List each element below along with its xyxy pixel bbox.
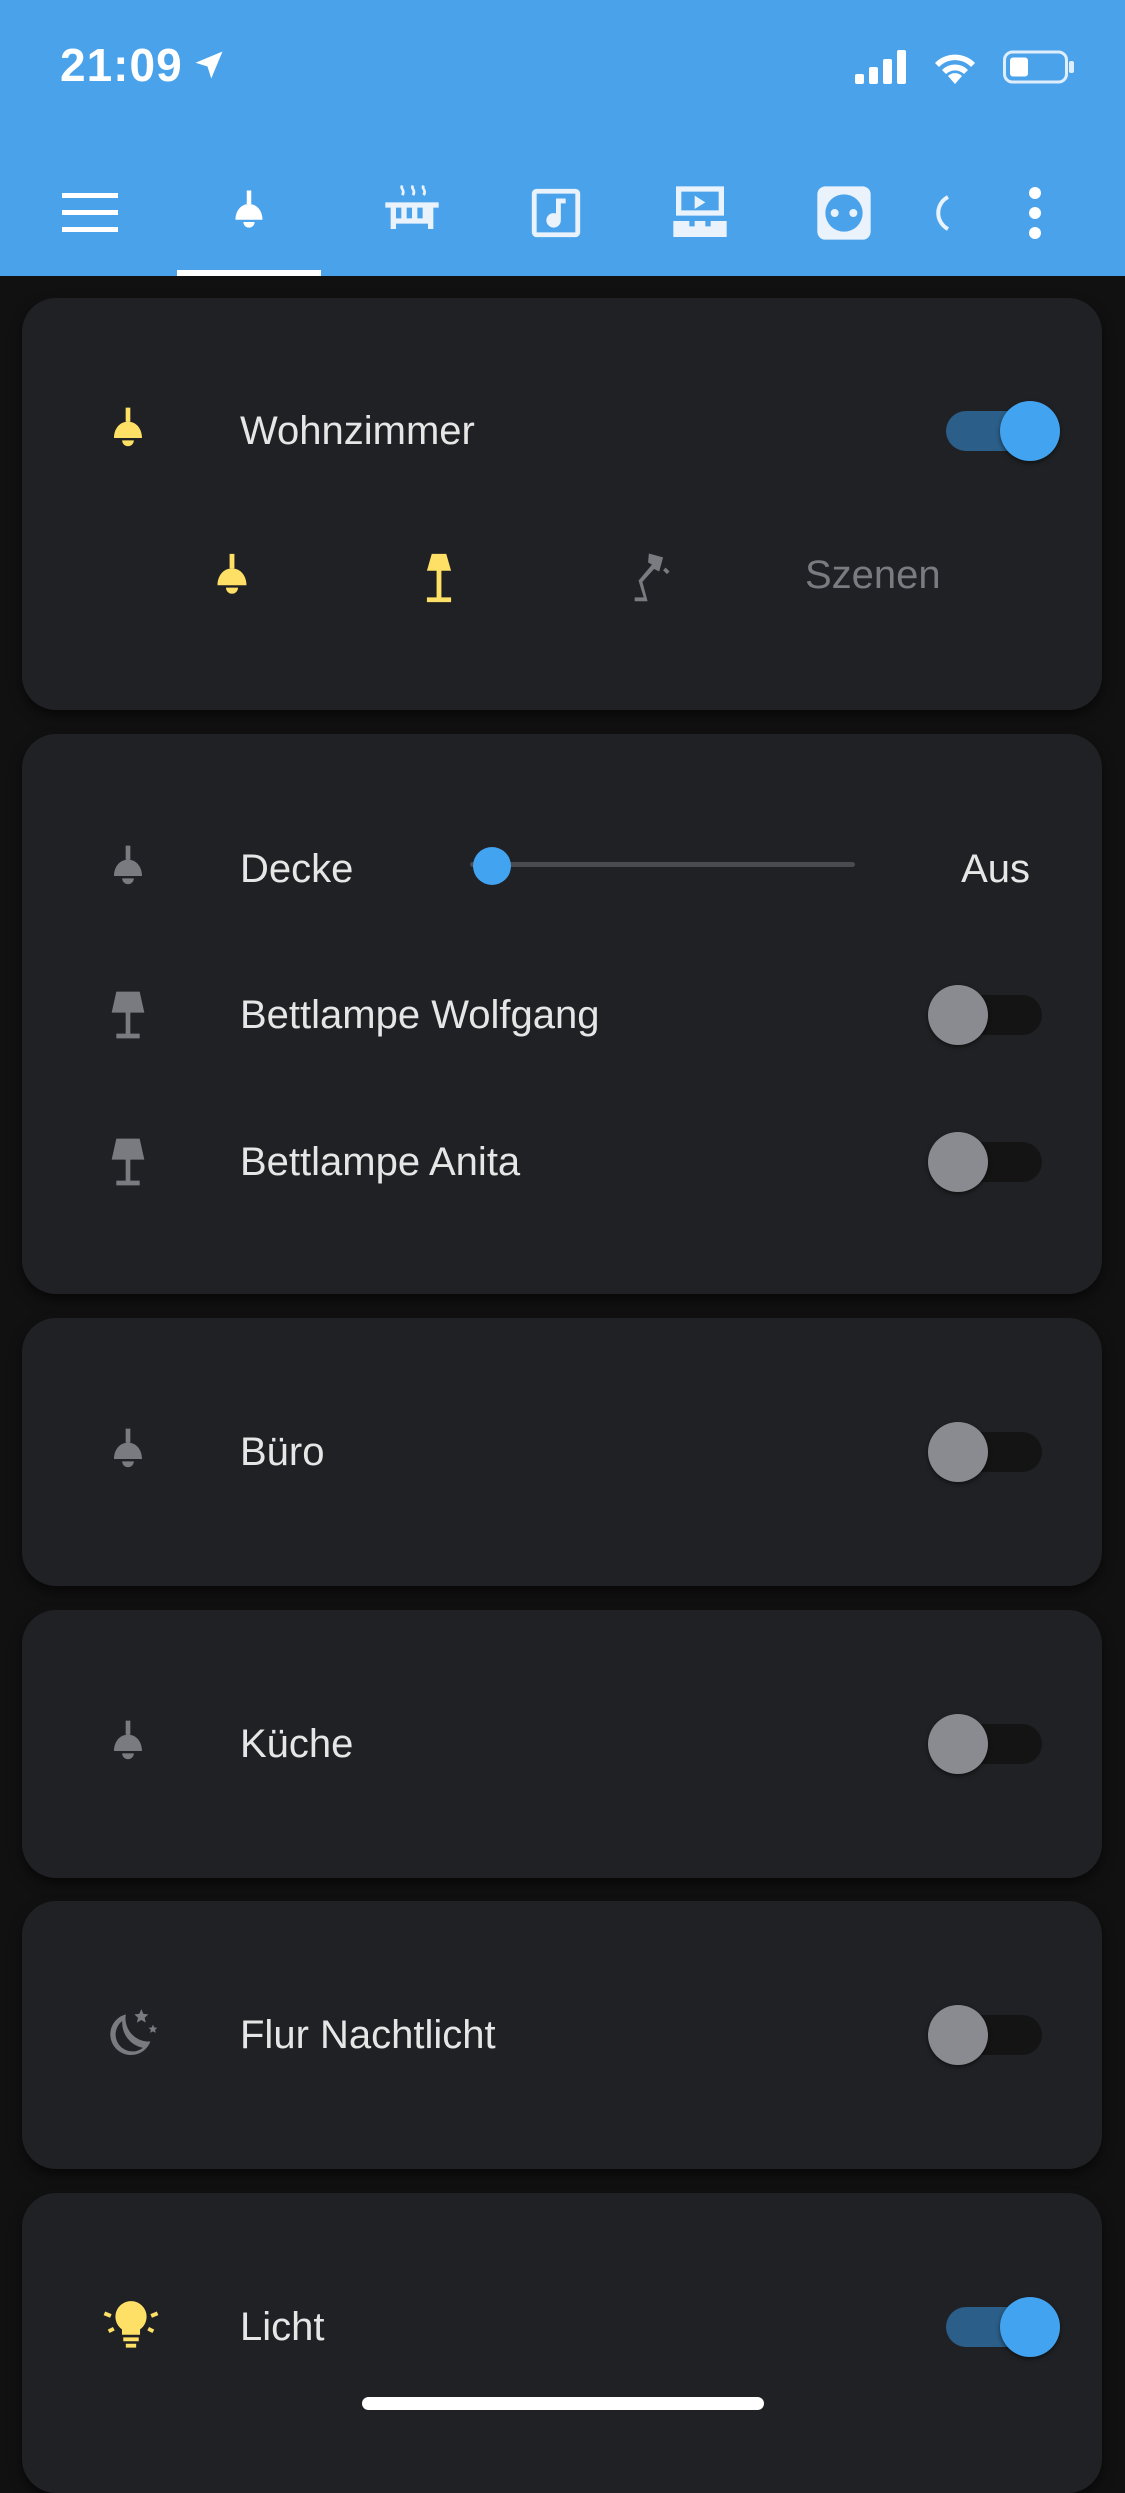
hamburger-menu-icon xyxy=(62,193,118,232)
flur-toggle[interactable] xyxy=(928,2005,1048,2065)
wohnzimmer-toggle[interactable] xyxy=(938,401,1060,461)
toggle-knob xyxy=(928,1132,988,1192)
buero-toggle[interactable] xyxy=(928,1422,1048,1482)
buero-label: Büro xyxy=(240,1430,325,1474)
bettlampe-wolfgang-toggle[interactable] xyxy=(928,985,1048,1045)
wohnzimmer-row[interactable]: Wohnzimmer xyxy=(22,376,1102,486)
ceiling-light-icon xyxy=(114,407,142,447)
bettlampe-anita-row[interactable]: Bettlampe Anita xyxy=(22,1107,1102,1217)
licht-row[interactable]: Licht xyxy=(22,2272,1102,2382)
power-socket-icon xyxy=(817,186,871,240)
tab-music[interactable] xyxy=(484,150,628,276)
decke-brightness-slider[interactable] xyxy=(470,862,855,867)
ceiling-light-icon xyxy=(114,845,142,885)
bettlampe-anita-label: Bettlampe Anita xyxy=(240,1140,521,1184)
decke-label: Decke xyxy=(240,847,354,891)
wohnzimmer-card: Wohnzimmer Szenen xyxy=(22,298,1102,710)
floor-lamp-icon xyxy=(111,1138,145,1186)
lightbulb-group-icon xyxy=(103,2301,159,2348)
tab-media[interactable] xyxy=(628,150,772,276)
bettlampe-wolfgang-label: Bettlampe Wolfgang xyxy=(240,993,600,1037)
toggle-knob xyxy=(1000,2297,1060,2357)
bettlampe-anita-toggle[interactable] xyxy=(928,1132,1048,1192)
kueche-row[interactable]: Küche xyxy=(22,1689,1102,1799)
ceiling-light-icon xyxy=(217,553,247,594)
kueche-card: Küche xyxy=(22,1610,1102,1878)
buero-row[interactable]: Büro xyxy=(22,1397,1102,1507)
tab-partial[interactable] xyxy=(916,150,972,276)
flur-card: Flur Nachtlicht xyxy=(22,1901,1102,2169)
battery-icon xyxy=(1003,50,1074,84)
radiator-icon xyxy=(385,185,439,229)
licht-toggle[interactable] xyxy=(938,2297,1060,2357)
partial-tab-icon xyxy=(936,195,950,231)
location-arrow-icon xyxy=(195,51,223,79)
flur-label: Flur Nachtlicht xyxy=(240,2013,496,2057)
ceiling-light-icon xyxy=(114,1720,142,1760)
schlafzimmer-card: Decke Aus Bettlampe Wolfgang Bettlampe A… xyxy=(22,734,1102,1294)
status-icons xyxy=(855,50,1075,84)
toggle-knob xyxy=(928,1714,988,1774)
scenes-link[interactable]: Szenen xyxy=(805,553,941,598)
toggle-knob xyxy=(928,1422,988,1482)
kueche-toggle[interactable] xyxy=(928,1714,1048,1774)
decke-slider-thumb[interactable] xyxy=(473,847,511,885)
cellular-signal-icon xyxy=(855,50,906,84)
overflow-menu-button[interactable] xyxy=(1000,150,1070,276)
ceiling-light-icon xyxy=(235,190,263,228)
ceiling-light-icon xyxy=(114,1428,142,1468)
scene-floor-lamp-button[interactable] xyxy=(399,538,479,618)
more-vert-icon xyxy=(1029,187,1041,239)
buero-card: Büro xyxy=(22,1318,1102,1586)
scene-desk-lamp-button[interactable] xyxy=(605,538,685,618)
home-indicator[interactable] xyxy=(362,2397,764,2410)
tab-bar xyxy=(0,150,1125,276)
licht-card: Licht xyxy=(22,2193,1102,2493)
wohnzimmer-label: Wohnzimmer xyxy=(240,409,475,453)
toggle-knob xyxy=(928,985,988,1045)
app-bar: 21:09 xyxy=(0,0,1125,276)
tab-heating[interactable] xyxy=(340,150,484,276)
bettlampe-wolfgang-row[interactable]: Bettlampe Wolfgang xyxy=(22,960,1102,1070)
wifi-icon xyxy=(935,54,975,84)
music-note-icon xyxy=(531,188,581,238)
desk-lamp-icon xyxy=(634,553,670,602)
flur-row[interactable]: Flur Nachtlicht xyxy=(22,1980,1102,2090)
toggle-knob xyxy=(928,2005,988,2065)
toggle-knob xyxy=(1000,401,1060,461)
home-theater-icon xyxy=(673,186,727,237)
decke-row: Decke Aus xyxy=(22,814,1102,924)
active-tab-indicator xyxy=(177,270,321,276)
floor-lamp-icon xyxy=(426,553,452,603)
tab-sockets[interactable] xyxy=(772,150,916,276)
licht-label: Licht xyxy=(240,2305,325,2349)
status-time: 21:09 xyxy=(60,38,227,92)
decke-state: Aus xyxy=(961,847,1030,891)
moon-stars-icon xyxy=(110,2009,158,2056)
floor-lamp-icon xyxy=(111,991,145,1039)
scene-ceiling-light-button[interactable] xyxy=(192,538,272,618)
clock: 21:09 xyxy=(60,39,183,91)
menu-button[interactable] xyxy=(40,150,140,276)
kueche-label: Küche xyxy=(240,1722,354,1766)
tab-lights[interactable] xyxy=(177,150,321,276)
